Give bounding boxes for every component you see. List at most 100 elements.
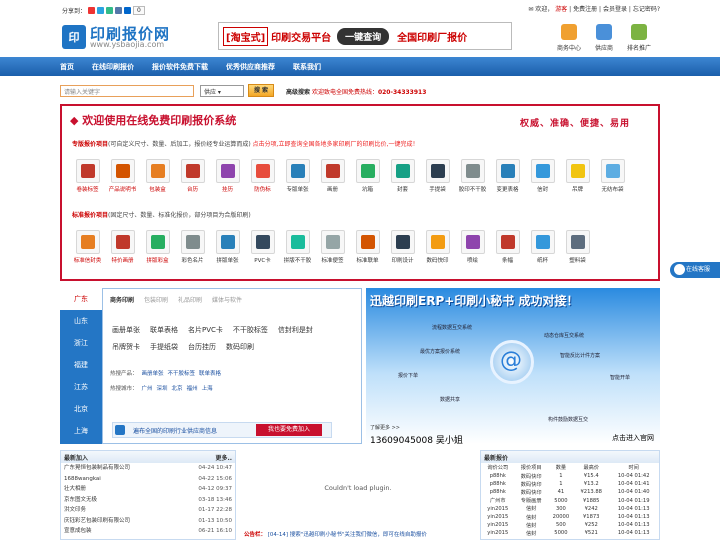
list-item[interactable]: 庆钰彩艺包装印刷有限公司 01-13 10:50 xyxy=(61,516,235,527)
login-link[interactable]: 会员登录 xyxy=(603,6,627,13)
hot-city-link[interactable]: 福州 xyxy=(187,386,198,392)
tab-package-print[interactable]: 包装印刷 xyxy=(144,295,168,304)
table-row[interactable]: p88hk 数码快印 1 ¥15.4 10-04 01:42 xyxy=(481,472,659,480)
quote-item[interactable]: 标准联单 xyxy=(350,230,385,264)
quote-item[interactable]: 画册 xyxy=(315,159,350,193)
nav-suppliers[interactable]: 优秀供应商推荐 xyxy=(226,62,275,72)
forgot-password-link[interactable]: 忘记密码? xyxy=(633,6,660,13)
category-link[interactable]: 联单表格 xyxy=(150,326,178,334)
advanced-search-link[interactable]: 高级搜索 xyxy=(286,89,310,96)
region-tab[interactable]: 北京 xyxy=(60,398,102,420)
category-link[interactable]: 信封利是封 xyxy=(278,326,313,334)
register-link[interactable]: 免费注册 xyxy=(573,6,597,13)
search-type-select[interactable]: 供应 ▾ xyxy=(200,85,244,97)
member-name[interactable]: 庆钰彩艺包装印刷有限公司 xyxy=(64,516,130,527)
quote-item[interactable]: 信封 xyxy=(525,159,560,193)
quote-item[interactable]: 无纺布袋 xyxy=(595,159,630,193)
logo-mark[interactable]: 印 xyxy=(62,25,86,49)
hot-city-link[interactable]: 深圳 xyxy=(157,386,168,392)
quote-item[interactable]: 数码快印 xyxy=(420,230,455,264)
category-link[interactable]: 名片PVC卡 xyxy=(188,326,223,334)
nav-online-quote[interactable]: 在线印刷报价 xyxy=(92,62,134,72)
banner-query-button[interactable]: 一键查询 xyxy=(337,27,390,45)
category-link[interactable]: 画册单张 xyxy=(112,326,140,334)
business-center-link[interactable]: 商务中心 xyxy=(550,24,588,52)
nav-software-download[interactable]: 报价软件免费下载 xyxy=(152,62,208,72)
table-row[interactable]: p88hk 数码快印 1 ¥13.2 10-04 01:41 xyxy=(481,480,659,488)
erp-official-link[interactable]: 点击进入官网 xyxy=(612,433,654,443)
quote-item[interactable]: 塑料袋 xyxy=(560,230,595,264)
member-name[interactable]: 京东图文无极 xyxy=(64,495,97,506)
table-row[interactable]: yin2015 信封 300 ¥242 10-04 01:13 xyxy=(481,505,659,513)
notice-link[interactable]: [04-14] 搜索"迅越印刷小秘书"关注我们微信，即可在线自助报价 xyxy=(268,532,427,538)
quote-item[interactable]: 标准信封类 xyxy=(70,230,105,264)
quote-item[interactable]: 防伪标 xyxy=(245,159,280,193)
quote-item[interactable]: 纸杯 xyxy=(525,230,560,264)
trade-banner[interactable]: [淘宝式] 印刷交易平台 一键查询 全国印刷厂报价 xyxy=(218,22,512,50)
quote-item[interactable]: PVC卡 xyxy=(245,230,280,264)
category-link[interactable]: 手提纸袋 xyxy=(150,343,178,351)
member-name[interactable]: 洪文印务 xyxy=(64,505,86,516)
search-input[interactable]: 请输入关键字 xyxy=(60,85,194,97)
list-item[interactable]: 壮大相册 04-12 09:37 xyxy=(61,484,235,495)
region-tab[interactable]: 上海 xyxy=(60,420,102,442)
quote-item[interactable]: 条幅 xyxy=(490,230,525,264)
quote-item[interactable]: 坑箱 xyxy=(350,159,385,193)
hot-product-link[interactable]: 画册单张 xyxy=(142,371,164,377)
quote-item[interactable]: 拼版单张 xyxy=(210,230,245,264)
nav-contact[interactable]: 联系我们 xyxy=(293,62,321,72)
tab-business-print[interactable]: 商务印刷 xyxy=(110,295,134,304)
region-tab[interactable]: 江苏 xyxy=(60,376,102,398)
quote-item[interactable]: 印刷设计 xyxy=(385,230,420,264)
hot-city-link[interactable]: 上海 xyxy=(202,386,213,392)
tqq-icon[interactable] xyxy=(115,7,123,14)
list-item[interactable]: 洪文印务 01-17 22:28 xyxy=(61,505,235,516)
quote-item[interactable]: 变更表格 xyxy=(490,159,525,193)
erp-more-link[interactable]: 了解更多 >> xyxy=(370,424,400,431)
table-row[interactable]: yin2015 信封 5000 ¥521 10-04 01:13 xyxy=(481,529,659,537)
tab-media-software[interactable]: 媒体与软件 xyxy=(212,295,242,304)
quote-item[interactable]: 挂历 xyxy=(210,159,245,193)
list-item[interactable]: 广东晃恒包装制品有限公司 04-24 10:47 xyxy=(61,463,235,474)
quote-item[interactable]: 产品说明书 xyxy=(105,159,140,193)
supplier-link[interactable]: 供应商 xyxy=(585,24,623,52)
quote-item[interactable]: 吊牌 xyxy=(560,159,595,193)
member-name[interactable]: 广东晃恒包装制品有限公司 xyxy=(64,463,130,474)
tab-gift-print[interactable]: 礼品印刷 xyxy=(178,295,202,304)
region-tab[interactable]: 浙江 xyxy=(60,332,102,354)
member-name[interactable]: 壮大相册 xyxy=(64,484,86,495)
quote-item[interactable]: 拼版不干胶 xyxy=(280,230,315,264)
quote-item[interactable]: 封套 xyxy=(385,159,420,193)
weibo-icon[interactable] xyxy=(88,7,96,14)
wechat-icon[interactable] xyxy=(106,7,114,14)
list-item[interactable]: 1688wangkai 04-22 15:06 xyxy=(61,474,235,485)
hot-city-link[interactable]: 北京 xyxy=(172,386,183,392)
list-item[interactable]: 京东图文无极 03-18 13:46 xyxy=(61,495,235,506)
quote-item[interactable]: 标准便签 xyxy=(315,230,350,264)
renren-icon[interactable] xyxy=(124,7,132,14)
quote-item[interactable]: 拼版彩盒 xyxy=(140,230,175,264)
quote-item[interactable]: 卷装标签 xyxy=(70,159,105,193)
region-tab[interactable]: 福建 xyxy=(60,354,102,376)
quote-item[interactable]: 包装盒 xyxy=(140,159,175,193)
region-tab[interactable]: 山东 xyxy=(60,310,102,332)
quote-item[interactable]: 手提袋 xyxy=(420,159,455,193)
member-name[interactable]: 1688wangkai xyxy=(64,474,101,485)
quote-item[interactable]: 喷绘 xyxy=(455,230,490,264)
table-row[interactable]: yin2015 信封 500 ¥252 10-04 01:13 xyxy=(481,521,659,529)
quote-item[interactable]: 胶印不干胶 xyxy=(455,159,490,193)
hot-product-link[interactable]: 联单表格 xyxy=(199,371,221,377)
category-link[interactable]: 台历挂历 xyxy=(188,343,216,351)
free-join-button[interactable]: 我也要免费加入 xyxy=(256,424,322,436)
quote-item[interactable]: 彩色名片 xyxy=(175,230,210,264)
table-row[interactable]: p88hk 数码快印 41 ¥213.88 10-04 01:40 xyxy=(481,488,659,496)
ranking-link[interactable]: 排名推广 xyxy=(620,24,658,52)
quote-item[interactable]: 专版单张 xyxy=(280,159,315,193)
search-button[interactable]: 搜 索 xyxy=(248,84,274,97)
member-name[interactable]: 宣意成包装 xyxy=(64,526,92,537)
quote-item[interactable]: 台历 xyxy=(175,159,210,193)
category-link[interactable]: 数码印刷 xyxy=(226,343,254,351)
hot-city-link[interactable]: 广州 xyxy=(142,386,153,392)
more-link[interactable]: 更多.. xyxy=(215,453,232,462)
qzone-icon[interactable] xyxy=(97,7,105,14)
